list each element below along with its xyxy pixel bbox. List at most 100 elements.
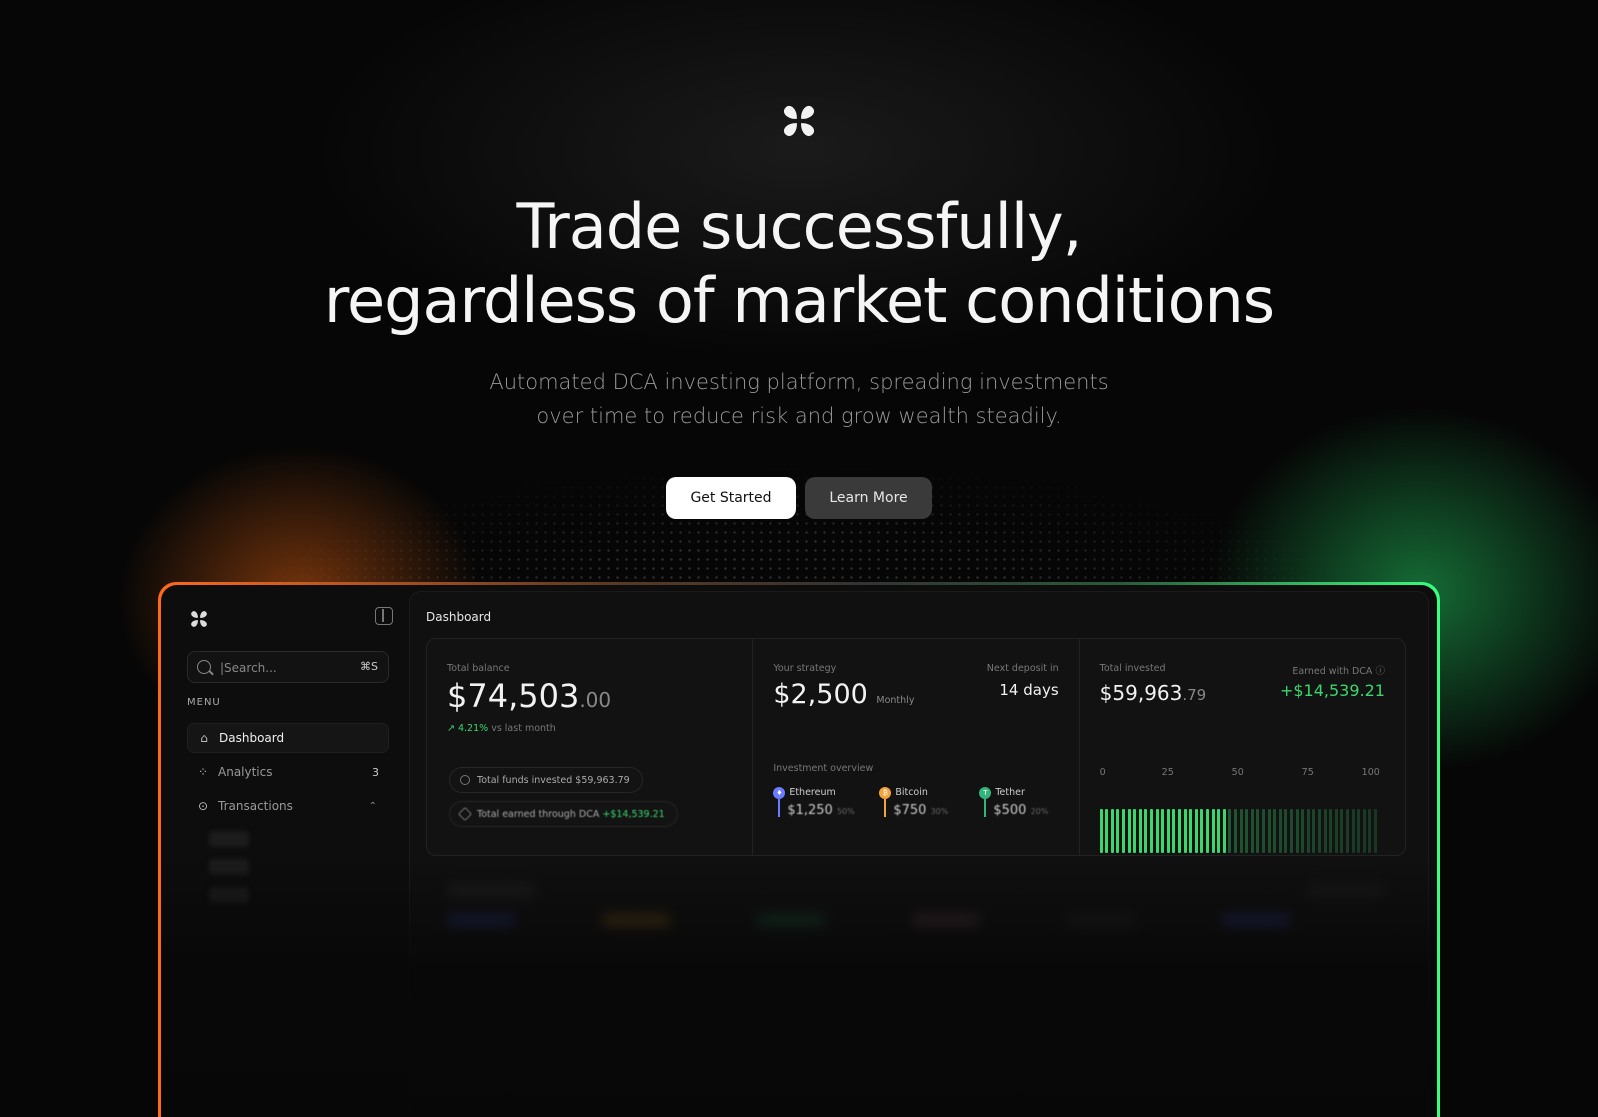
balance-change-pct: ↗ 4.21% bbox=[447, 723, 489, 734]
placeholder-block bbox=[911, 914, 981, 928]
progress-bar-segment bbox=[1357, 809, 1361, 853]
coin-stem bbox=[984, 799, 987, 817]
progress-bar-segment bbox=[1217, 809, 1221, 853]
progress-bar-segment bbox=[1110, 809, 1114, 853]
progress-bar-segment bbox=[1122, 809, 1126, 853]
progress-bar-segment bbox=[1368, 809, 1372, 853]
sidebar-logo-icon[interactable] bbox=[187, 607, 211, 631]
progress-bar-segment bbox=[1245, 809, 1249, 853]
progress-bar-segment bbox=[1351, 809, 1355, 853]
coin-amount: $1,250 bbox=[787, 803, 833, 818]
sidebar-item-label: Transactions bbox=[218, 799, 293, 813]
coin-amount: $750 bbox=[893, 803, 927, 818]
coin-name: Tether bbox=[995, 787, 1025, 798]
sidebar-toggle-icon[interactable] bbox=[375, 607, 393, 625]
coin-name: Ethereum bbox=[789, 787, 836, 798]
balance-label: Total balance bbox=[447, 663, 510, 674]
coin-stem bbox=[884, 799, 887, 817]
hero-subtitle-line-2: over time to reduce risk and grow wealth… bbox=[536, 404, 1062, 428]
get-started-button[interactable]: Get Started bbox=[666, 477, 796, 519]
progress-bar-segment bbox=[1172, 809, 1176, 853]
invested-amount: $59,963 bbox=[1099, 681, 1183, 705]
hero-subtitle-line-1: Automated DCA investing platform, spread… bbox=[489, 370, 1109, 394]
ethereum-icon: ♦ bbox=[773, 787, 786, 799]
balance-change-note: vs last month bbox=[491, 723, 556, 734]
progress-bar-segment bbox=[1340, 809, 1344, 853]
balance-cents: .00 bbox=[579, 688, 612, 712]
balance-card: Total balance $74,503.00 ↗ 4.21% vs last… bbox=[427, 639, 754, 855]
earned-dca-value: +$14,539.21 bbox=[602, 808, 665, 820]
sidebar-item-label: Dashboard bbox=[219, 731, 285, 745]
coin-pct: 50% bbox=[836, 807, 855, 816]
progress-bar-segment bbox=[1284, 809, 1288, 853]
sidebar-subitem[interactable] bbox=[209, 831, 249, 847]
progress-bar-segment bbox=[1262, 809, 1266, 853]
balance-value: $74,503.00 bbox=[447, 677, 611, 715]
search-shortcut: ⌘S bbox=[360, 660, 378, 673]
sidebar-item-analytics[interactable]: ⁘ Analytics 3 bbox=[187, 757, 389, 787]
sidebar-subitem[interactable] bbox=[209, 859, 249, 875]
earned-with-dca-text: Earned with DCA bbox=[1292, 666, 1373, 677]
info-icon[interactable]: ⓘ bbox=[1375, 666, 1385, 677]
hero-subtitle: Automated DCA investing platform, spread… bbox=[0, 365, 1598, 433]
progress-bar-segment bbox=[1295, 809, 1299, 853]
progress-bar-segment bbox=[1273, 809, 1277, 853]
progress-bar-segment bbox=[1211, 809, 1215, 853]
progress-bar-segment bbox=[1267, 809, 1271, 853]
placeholder-block bbox=[601, 914, 671, 928]
scale-tick-label: 100 bbox=[1361, 767, 1380, 778]
sidebar-item-dashboard[interactable]: ⌂ Dashboard bbox=[187, 723, 389, 753]
chevron-up-icon[interactable]: ⌃ bbox=[369, 801, 377, 812]
coin-icon bbox=[460, 775, 470, 785]
earned-dca-pill: Total earned through DCA +$14,539.21 bbox=[449, 801, 678, 827]
progress-bar-segment bbox=[1318, 809, 1322, 853]
progress-bar-segment bbox=[1278, 809, 1282, 853]
search-box[interactable]: ⌘S bbox=[187, 651, 389, 683]
strategy-card: Your strategy $2,500 Monthly Next deposi… bbox=[753, 639, 1080, 855]
balance-change: ↗ 4.21% vs last month bbox=[447, 723, 556, 734]
search-input[interactable] bbox=[220, 658, 350, 678]
placeholder-block bbox=[446, 914, 516, 928]
coin-amount: $500 bbox=[993, 803, 1027, 818]
progress-bar-segment bbox=[1161, 809, 1165, 853]
progress-bar-segment bbox=[1228, 809, 1232, 853]
next-deposit-label: Next deposit in bbox=[986, 663, 1059, 674]
menu-label: MENU bbox=[187, 697, 221, 708]
sidebar-subitem[interactable] bbox=[209, 887, 249, 903]
progress-bar-segment bbox=[1150, 809, 1154, 853]
diamond-icon bbox=[457, 806, 473, 822]
strategy-amount: $2,500 bbox=[773, 679, 868, 710]
coin-pct: 20% bbox=[1030, 807, 1049, 816]
hero-title-line-2: regardless of market conditions bbox=[323, 264, 1275, 337]
learn-more-button[interactable]: Learn More bbox=[805, 477, 932, 519]
progress-bar-segment bbox=[1334, 809, 1338, 853]
progress-bar-segment bbox=[1239, 809, 1243, 853]
coin-value: $750 30% bbox=[893, 803, 948, 818]
bitcoin-icon: ₿ bbox=[879, 787, 892, 799]
hero-title-line-1: Trade successfully, bbox=[516, 190, 1083, 263]
progress-bar-segment bbox=[1144, 809, 1148, 853]
analytics-icon: ⁘ bbox=[197, 765, 209, 779]
progress-bar-segment bbox=[1194, 809, 1198, 853]
brand-logo-icon bbox=[783, 105, 815, 137]
search-icon bbox=[197, 660, 211, 674]
summary-cards: Total balance $74,503.00 ↗ 4.21% vs last… bbox=[426, 638, 1406, 856]
analytics-badge: 3 bbox=[372, 765, 379, 779]
hero-title: Trade successfully, regardless of market… bbox=[0, 190, 1598, 338]
sidebar-item-label: Analytics bbox=[218, 765, 273, 779]
page-title: Dashboard bbox=[426, 610, 492, 624]
investment-overview-label: Investment overview bbox=[773, 763, 874, 774]
dashboard-preview-frame: ⌘S MENU ⌂ Dashboard ⁘ Analytics 3 ⊙ Tran… bbox=[158, 582, 1440, 1117]
progress-bar-segment bbox=[1290, 809, 1294, 853]
balance-amount: $74,503 bbox=[447, 677, 580, 715]
scale-tick-label: 25 bbox=[1161, 767, 1174, 778]
home-icon: ⌂ bbox=[200, 731, 208, 745]
scale-tick-label: 50 bbox=[1231, 767, 1244, 778]
progress-bar-segment bbox=[1250, 809, 1254, 853]
coin-name: Bitcoin bbox=[895, 787, 928, 798]
placeholder-block bbox=[1221, 914, 1291, 928]
invested-label: Total invested bbox=[1099, 663, 1166, 674]
strategy-label: Your strategy bbox=[773, 663, 837, 674]
progress-bar-segment bbox=[1127, 809, 1131, 853]
sidebar-item-transactions[interactable]: ⊙ Transactions ⌃ bbox=[187, 791, 389, 821]
